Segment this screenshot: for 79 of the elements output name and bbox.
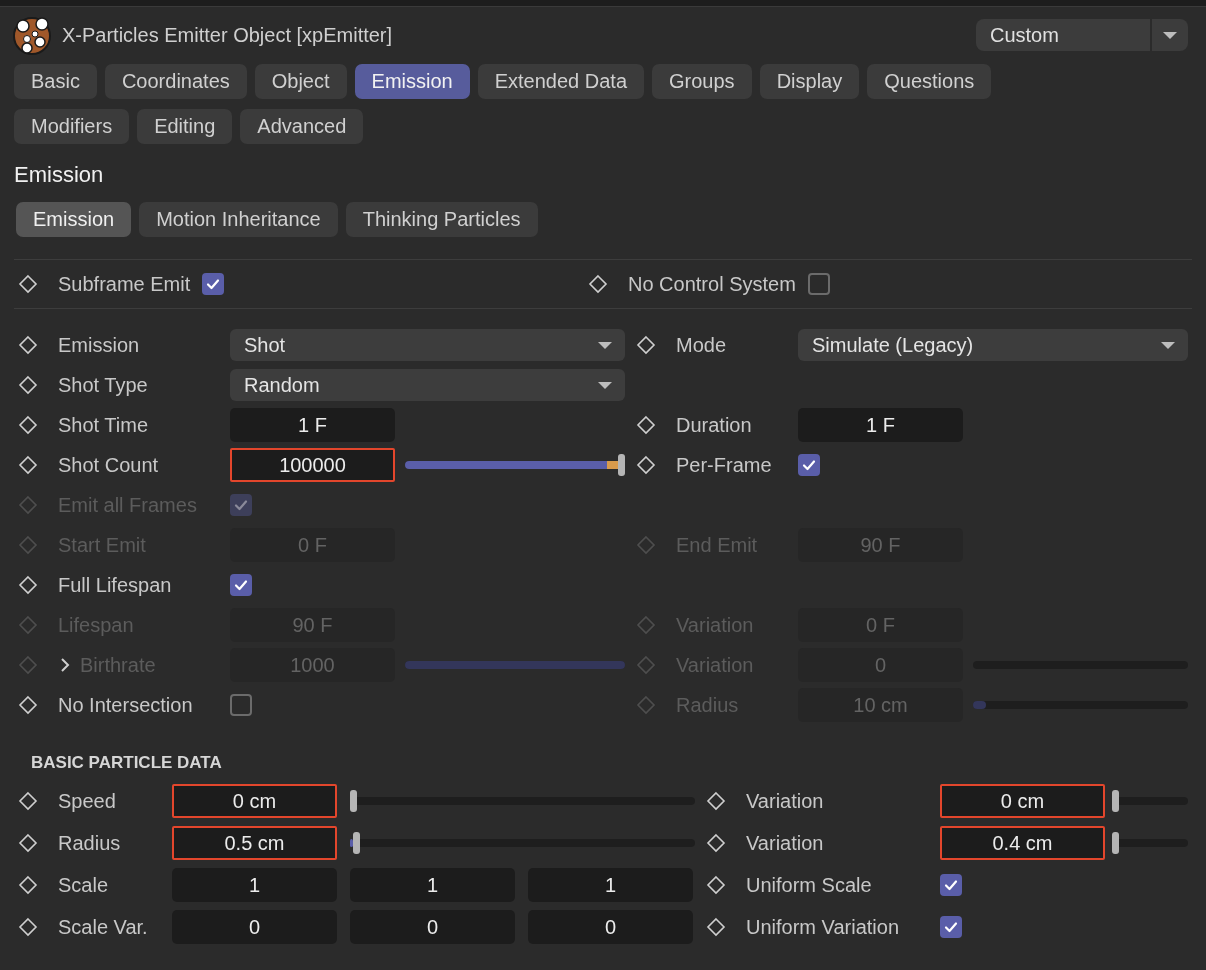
tab[interactable]: Basic <box>14 64 97 99</box>
checkbox[interactable] <box>807 273 830 295</box>
dropdown[interactable]: Shot <box>230 329 625 361</box>
tab[interactable]: Object <box>254 64 347 99</box>
caret-icon <box>597 380 613 390</box>
parameter-label: Speed <box>58 789 117 813</box>
parameter-label: Per-Frame <box>676 453 773 477</box>
parameter-label: Scale <box>58 873 110 897</box>
number-field[interactable]: 0 <box>528 910 693 944</box>
parameter-label: No Intersection <box>58 693 194 717</box>
parameter-label: Emission <box>58 333 141 357</box>
section-title: Emission <box>13 161 105 188</box>
checkbox[interactable] <box>230 574 252 596</box>
checkbox[interactable] <box>798 454 820 476</box>
parameter-label: Uniform Variation <box>746 915 901 939</box>
preset-menu-button[interactable] <box>1152 19 1188 51</box>
tab[interactable]: Emission <box>354 64 470 99</box>
checkmark-icon <box>943 919 959 935</box>
caret-icon <box>597 340 613 350</box>
number-field[interactable]: 0 cm <box>172 784 337 818</box>
number-field[interactable]: 100000 <box>230 448 395 482</box>
dropdown[interactable]: Simulate (Legacy) <box>798 329 1188 361</box>
parameter-label: Shot Type <box>58 373 149 397</box>
checkbox[interactable] <box>230 494 252 516</box>
parameter-label: Subframe Emit <box>58 272 191 296</box>
checkmark-icon <box>205 276 222 292</box>
slider[interactable] <box>350 790 695 812</box>
group-heading: BASIC PARTICLE DATA <box>30 753 223 773</box>
subtab[interactable]: Motion Inheritance <box>139 202 338 237</box>
checkbox[interactable] <box>940 916 962 938</box>
parameter-label: Shot Time <box>58 413 150 437</box>
caret-icon <box>1160 340 1176 350</box>
preset-dropdown[interactable]: Custom <box>976 19 1150 51</box>
subtab[interactable]: Thinking Particles <box>345 202 538 237</box>
parameter-label: Scale Var. <box>58 915 149 939</box>
window-title: X-Particles Emitter Object [xpEmitter] <box>62 23 394 47</box>
tab[interactable]: Display <box>759 64 860 99</box>
slider[interactable] <box>1112 832 1188 854</box>
tab[interactable]: Advanced <box>240 109 364 144</box>
checkmark-icon <box>233 497 249 513</box>
tab[interactable]: Extended Data <box>477 64 645 99</box>
number-field[interactable]: 0 <box>350 910 515 944</box>
number-field[interactable]: 0.4 cm <box>940 826 1105 860</box>
checkmark-icon <box>943 877 959 893</box>
slider[interactable] <box>350 832 695 854</box>
parameter-label: Duration <box>676 413 753 437</box>
parameter-label: Shot Count <box>58 453 160 477</box>
chevron-icon[interactable] <box>58 656 72 674</box>
number-field[interactable]: 1 <box>528 868 693 902</box>
caret-icon <box>1162 30 1178 40</box>
tab[interactable]: Modifiers <box>14 109 130 144</box>
tab[interactable]: Questions <box>867 64 992 99</box>
checkbox[interactable] <box>202 273 225 295</box>
checkmark-icon <box>233 577 249 593</box>
number-field[interactable]: 0 <box>172 910 337 944</box>
particles-logo-icon <box>12 15 52 55</box>
dropdown[interactable]: Random <box>230 369 625 401</box>
tab[interactable]: Coordinates <box>104 64 247 99</box>
slider[interactable] <box>1112 790 1188 812</box>
number-field[interactable]: 1 F <box>798 408 963 442</box>
parameter-label: Full Lifespan <box>58 573 173 597</box>
tab[interactable]: Groups <box>652 64 752 99</box>
parameter-label: Uniform Scale <box>746 873 873 897</box>
number-field[interactable]: 1 <box>172 868 337 902</box>
number-field[interactable]: 0 cm <box>940 784 1105 818</box>
number-field[interactable]: 1 <box>350 868 515 902</box>
parameter-label: Variation <box>746 789 825 813</box>
number-field[interactable]: 0.5 cm <box>172 826 337 860</box>
tab[interactable]: Editing <box>137 109 233 144</box>
number-field[interactable]: 1 F <box>230 408 395 442</box>
parameter-label: Radius <box>58 831 122 855</box>
checkbox[interactable] <box>230 694 252 716</box>
checkmark-icon <box>801 457 817 473</box>
parameter-label: No Control System <box>628 272 796 296</box>
slider[interactable] <box>405 454 625 476</box>
parameter-label: Variation <box>746 831 825 855</box>
checkbox[interactable] <box>940 874 962 896</box>
subtab[interactable]: Emission <box>16 202 132 237</box>
parameter-label: Mode <box>676 333 728 357</box>
